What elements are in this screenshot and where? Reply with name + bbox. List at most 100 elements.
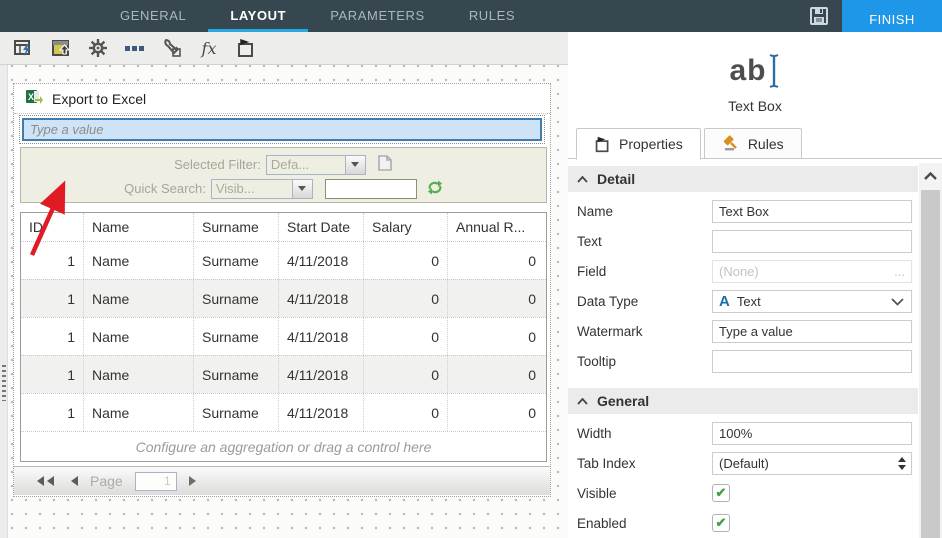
export-to-excel-button[interactable]: X Export to Excel (14, 84, 550, 114)
property-row-field: Field(None)... (568, 256, 918, 286)
quick-search-input[interactable] (325, 179, 417, 199)
save-icon[interactable] (808, 5, 830, 27)
tab-index-stepper[interactable] (898, 453, 906, 474)
table-cell: 0 (363, 280, 447, 317)
section-header-general[interactable]: General (568, 388, 918, 414)
text-cursor-icon (767, 52, 781, 90)
tab-properties-label: Properties (619, 136, 683, 152)
watermark-input[interactable] (719, 324, 905, 339)
excel-icon: X (26, 89, 43, 108)
next-page-icon[interactable] (189, 476, 201, 486)
scroll-up-icon[interactable] (919, 163, 942, 189)
section-title: General (597, 393, 649, 409)
first-page-icon[interactable] (32, 476, 54, 486)
property-row-enabled: Enabled✔ (568, 508, 918, 538)
property-row-tooltip: Tooltip (568, 346, 918, 376)
more-options-icon[interactable] (123, 36, 147, 60)
tab-rules[interactable]: Rules (704, 128, 802, 159)
expression-fx-icon[interactable]: fx (197, 36, 221, 60)
table-cell: 0 (447, 280, 544, 317)
table-header-row: IDNameSurnameStart DateSalaryAnnual R... (21, 213, 546, 241)
refresh-icon[interactable] (427, 180, 443, 198)
property-row-data-type: Data TypeAText (568, 286, 918, 316)
previous-page-icon[interactable] (66, 476, 78, 486)
field-field[interactable]: (None)... (712, 260, 912, 283)
add-control-icon[interactable] (234, 36, 258, 60)
enabled-checkbox[interactable]: ✔ (712, 514, 730, 532)
selected-textbox-control[interactable]: Type a value (22, 118, 542, 141)
table-cell: 0 (447, 394, 544, 431)
section-header-detail[interactable]: Detail (568, 166, 918, 192)
column-header: Surname (193, 213, 278, 241)
edit-grid-icon[interactable] (12, 36, 36, 60)
table-cell: 0 (447, 356, 544, 393)
property-label: Width (577, 426, 712, 441)
tab-layout[interactable]: LAYOUT (208, 0, 308, 32)
table-cell: 4/11/2018 (278, 318, 363, 355)
control-name-label: Text Box (568, 98, 942, 114)
control-tag-icon (594, 136, 611, 153)
column-header: Start Date (278, 213, 363, 241)
dropdown-arrow-icon[interactable] (292, 180, 312, 198)
text-datatype-icon: A (719, 293, 730, 310)
page-label: Page (90, 473, 123, 489)
selected-filter-label: Selected Filter: (174, 157, 261, 172)
chevron-up-icon (577, 176, 588, 183)
table-row: 1NameSurname4/11/201800 (21, 355, 546, 393)
tooltip-field[interactable] (712, 350, 912, 373)
width-input[interactable] (719, 426, 905, 441)
ellipsis-picker-button[interactable]: ... (894, 264, 905, 279)
watermark-field[interactable] (712, 320, 912, 343)
data-grid[interactable]: IDNameSurnameStart DateSalaryAnnual R...… (20, 212, 547, 462)
section-title: Detail (597, 171, 635, 187)
table-cell: Name (83, 242, 193, 279)
chevron-down-icon[interactable] (891, 294, 904, 309)
text-input[interactable] (719, 234, 905, 249)
tab-properties[interactable]: Properties (576, 128, 701, 160)
document-icon[interactable] (376, 154, 393, 175)
text-field[interactable] (712, 230, 912, 253)
nav-tabs: GENERAL LAYOUT PARAMETERS RULES (98, 0, 537, 32)
panel-splitter[interactable] (0, 65, 8, 538)
aggregation-hint[interactable]: Configure an aggregation or drag a contr… (21, 431, 546, 461)
dropdown-arrow-icon[interactable] (345, 156, 365, 174)
design-canvas: X Export to Excel Type a value Selected … (0, 65, 568, 538)
name-input[interactable] (719, 204, 905, 219)
tab-rules[interactable]: RULES (447, 0, 537, 32)
page-number-input[interactable] (135, 472, 177, 491)
table-cell: Surname (193, 242, 278, 279)
splitter-handle-icon[interactable] (2, 365, 6, 401)
table-cell: 0 (363, 242, 447, 279)
selected-filter-dropdown[interactable]: Defa... (266, 155, 366, 175)
data-type-field[interactable]: AText (712, 290, 912, 313)
edit-view-icon[interactable] (49, 36, 73, 60)
chevron-up-icon (577, 398, 588, 405)
gavel-icon (722, 135, 740, 152)
scrollbar-thumb[interactable] (921, 190, 940, 538)
table-row: 1NameSurname4/11/201800 (21, 393, 546, 431)
property-row-name: Name (568, 196, 918, 226)
list-view-control[interactable]: X Export to Excel Type a value Selected … (14, 84, 550, 496)
top-nav-bar: GENERAL LAYOUT PARAMETERS RULES FINISH (0, 0, 942, 32)
tab-general[interactable]: GENERAL (98, 0, 208, 32)
table-cell: Name (83, 394, 193, 431)
panel-scrollbar[interactable] (919, 163, 942, 538)
table-cell: 4/11/2018 (278, 394, 363, 431)
column-header: Annual R... (447, 213, 544, 241)
name-field[interactable] (712, 200, 912, 223)
table-cell: Surname (193, 280, 278, 317)
tab-parameters[interactable]: PARAMETERS (308, 0, 447, 32)
tooltip-input[interactable] (719, 354, 905, 369)
tab-index-field[interactable]: (Default) (712, 452, 912, 475)
visible-checkbox[interactable]: ✔ (712, 484, 730, 502)
property-row-visible: Visible✔ (568, 478, 918, 508)
table-cell: 1 (21, 242, 83, 279)
quick-search-dropdown[interactable]: Visib... (211, 179, 313, 199)
table-cell: Name (83, 318, 193, 355)
property-label: Data Type (577, 294, 712, 309)
gear-icon[interactable] (86, 36, 110, 60)
configure-tools-icon[interactable] (160, 36, 184, 60)
section-rows: NameTextField(None)...Data TypeATextWate… (568, 192, 918, 376)
width-field[interactable] (712, 422, 912, 445)
property-row-watermark: Watermark (568, 316, 918, 346)
